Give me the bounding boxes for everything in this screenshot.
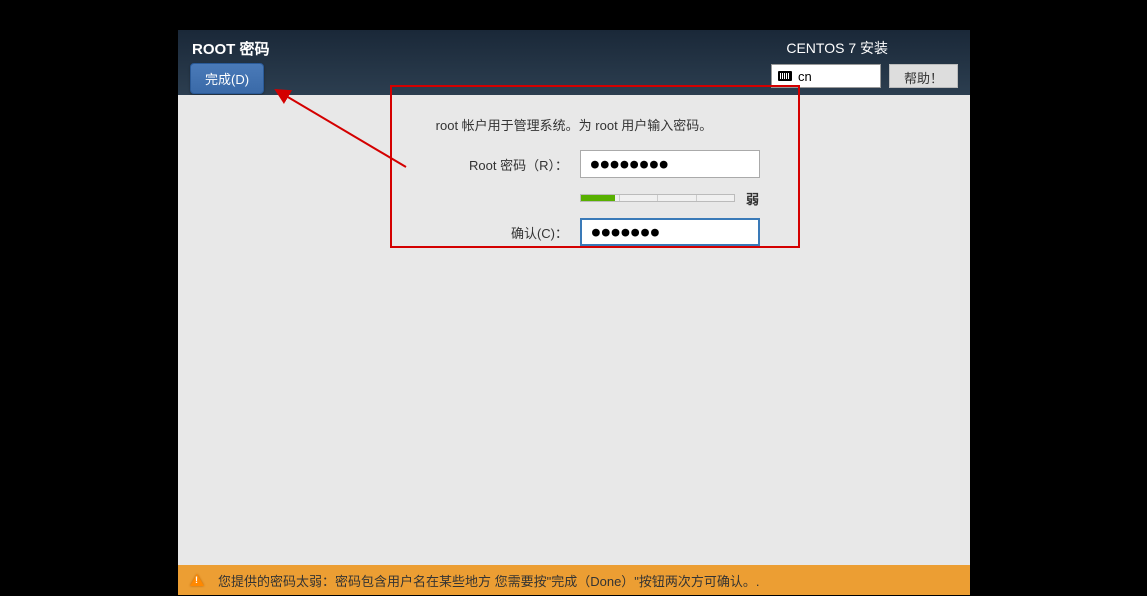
confirm-label: 确认(C)： [388, 223, 568, 242]
warning-bar: 您提供的密码太弱：密码包含用户名在某些地方 您需要按"完成（Done）"按钮两次… [178, 565, 970, 595]
keyboard-icon [778, 71, 792, 81]
warning-icon [190, 574, 204, 586]
password-strength-bar [580, 194, 735, 202]
language-code: cn [798, 69, 812, 84]
header-right: CENTOS 7 安装 cn 帮助！ [771, 38, 958, 95]
help-button[interactable]: 帮助！ [889, 64, 958, 88]
confirm-password-input[interactable] [580, 218, 760, 246]
warning-text: 您提供的密码太弱：密码包含用户名在某些地方 您需要按"完成（Done）"按钮两次… [218, 571, 760, 590]
content-area: root 帐户用于管理系统。为 root 用户输入密码。 Root 密码（R）：… [178, 95, 970, 565]
password-label: Root 密码（R）： [388, 155, 568, 174]
done-button[interactable]: 完成(D) [190, 63, 264, 94]
strength-container: 弱 [580, 189, 760, 208]
header-left: ROOT 密码 完成(D) [190, 38, 270, 95]
strength-row: 弱 [178, 188, 970, 208]
password-row: Root 密码（R）： [178, 148, 970, 180]
page-title: ROOT 密码 [192, 38, 270, 59]
strength-text: 弱 [745, 189, 760, 208]
form-area: root 帐户用于管理系统。为 root 用户输入密码。 Root 密码（R）：… [178, 95, 970, 248]
installer-window: ROOT 密码 完成(D) CENTOS 7 安装 cn 帮助！ [178, 30, 970, 595]
header-bar: ROOT 密码 完成(D) CENTOS 7 安装 cn 帮助！ [178, 30, 970, 95]
root-password-input[interactable] [580, 150, 760, 178]
confirm-row: 确认(C)： [178, 216, 970, 248]
installer-title: CENTOS 7 安装 [786, 38, 888, 58]
strength-fill [581, 195, 615, 201]
header-right-row: cn 帮助！ [771, 64, 958, 88]
language-selector[interactable]: cn [771, 64, 881, 88]
instruction-text: root 帐户用于管理系统。为 root 用户输入密码。 [178, 115, 970, 134]
